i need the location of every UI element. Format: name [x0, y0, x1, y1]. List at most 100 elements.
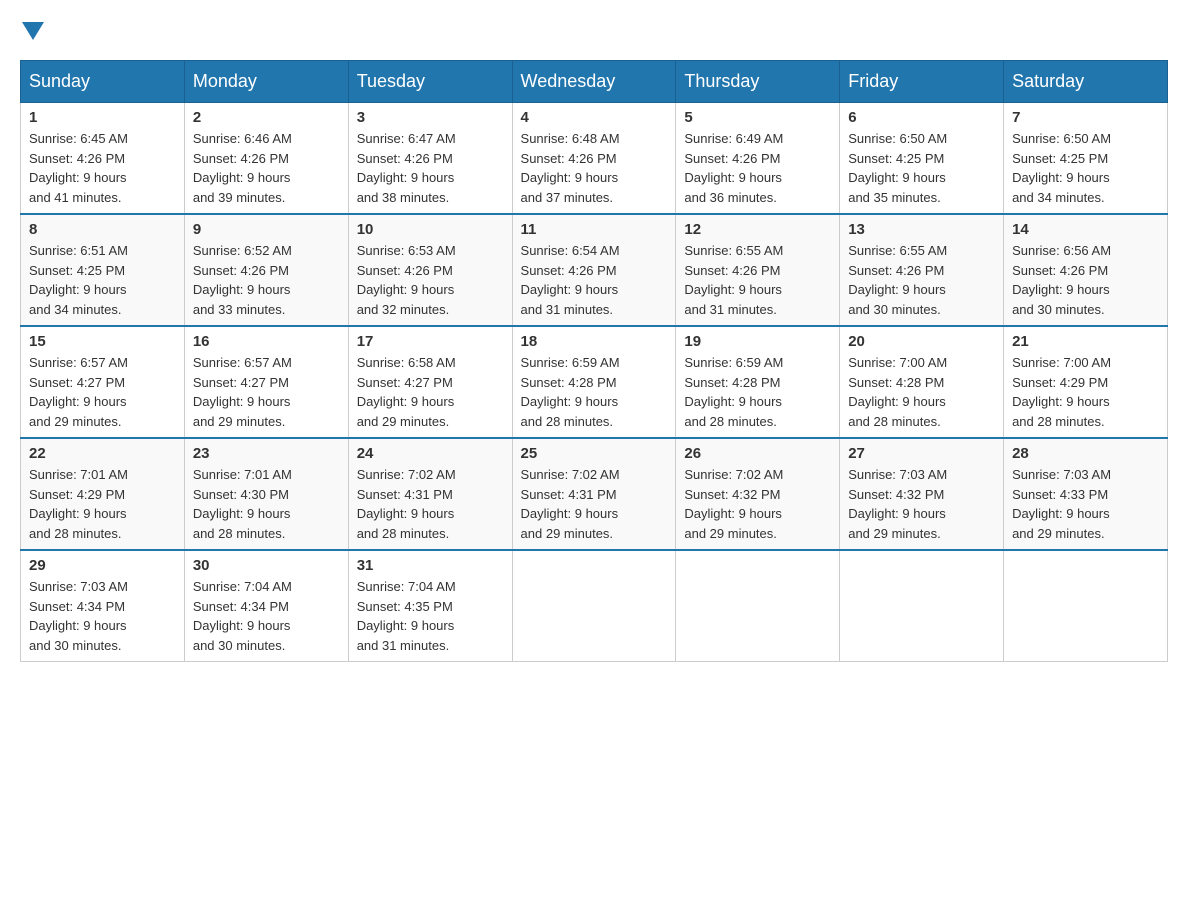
day-number: 9 [193, 221, 340, 238]
sunset-label: Sunset: 4:32 PM [848, 487, 944, 502]
day-number: 13 [848, 221, 995, 238]
sunset-label: Sunset: 4:27 PM [357, 375, 453, 390]
day-info: Sunrise: 6:50 AM Sunset: 4:25 PM Dayligh… [1012, 129, 1159, 207]
sunrise-label: Sunrise: 6:52 AM [193, 243, 292, 258]
day-number: 17 [357, 333, 504, 350]
day-number: 14 [1012, 221, 1159, 238]
daylight-label: Daylight: 9 hours and 29 minutes. [1012, 506, 1110, 541]
calendar-cell: 13 Sunrise: 6:55 AM Sunset: 4:26 PM Dayl… [840, 214, 1004, 326]
sunset-label: Sunset: 4:26 PM [357, 151, 453, 166]
sunset-label: Sunset: 4:26 PM [193, 263, 289, 278]
sunrise-label: Sunrise: 6:55 AM [848, 243, 947, 258]
sunrise-label: Sunrise: 7:02 AM [521, 467, 620, 482]
daylight-label: Daylight: 9 hours and 28 minutes. [1012, 394, 1110, 429]
calendar-cell [512, 550, 676, 662]
day-info: Sunrise: 7:02 AM Sunset: 4:32 PM Dayligh… [684, 465, 831, 543]
calendar-cell: 10 Sunrise: 6:53 AM Sunset: 4:26 PM Dayl… [348, 214, 512, 326]
day-info: Sunrise: 7:00 AM Sunset: 4:28 PM Dayligh… [848, 353, 995, 431]
sunset-label: Sunset: 4:35 PM [357, 599, 453, 614]
sunset-label: Sunset: 4:31 PM [521, 487, 617, 502]
sunrise-label: Sunrise: 6:45 AM [29, 131, 128, 146]
calendar-cell: 29 Sunrise: 7:03 AM Sunset: 4:34 PM Dayl… [21, 550, 185, 662]
calendar-week-row: 29 Sunrise: 7:03 AM Sunset: 4:34 PM Dayl… [21, 550, 1168, 662]
sunset-label: Sunset: 4:28 PM [848, 375, 944, 390]
calendar-cell: 7 Sunrise: 6:50 AM Sunset: 4:25 PM Dayli… [1004, 103, 1168, 215]
sunrise-label: Sunrise: 6:55 AM [684, 243, 783, 258]
day-info: Sunrise: 7:04 AM Sunset: 4:34 PM Dayligh… [193, 577, 340, 655]
sunset-label: Sunset: 4:34 PM [29, 599, 125, 614]
calendar-cell: 24 Sunrise: 7:02 AM Sunset: 4:31 PM Dayl… [348, 438, 512, 550]
calendar-cell: 1 Sunrise: 6:45 AM Sunset: 4:26 PM Dayli… [21, 103, 185, 215]
daylight-label: Daylight: 9 hours and 38 minutes. [357, 170, 455, 205]
day-info: Sunrise: 6:45 AM Sunset: 4:26 PM Dayligh… [29, 129, 176, 207]
calendar-cell: 28 Sunrise: 7:03 AM Sunset: 4:33 PM Dayl… [1004, 438, 1168, 550]
day-info: Sunrise: 6:47 AM Sunset: 4:26 PM Dayligh… [357, 129, 504, 207]
weekday-header-monday: Monday [184, 61, 348, 103]
day-number: 8 [29, 221, 176, 238]
daylight-label: Daylight: 9 hours and 29 minutes. [521, 506, 619, 541]
daylight-label: Daylight: 9 hours and 28 minutes. [848, 394, 946, 429]
weekday-header-row: SundayMondayTuesdayWednesdayThursdayFrid… [21, 61, 1168, 103]
sunrise-label: Sunrise: 7:03 AM [29, 579, 128, 594]
day-info: Sunrise: 6:49 AM Sunset: 4:26 PM Dayligh… [684, 129, 831, 207]
day-number: 5 [684, 109, 831, 126]
daylight-label: Daylight: 9 hours and 32 minutes. [357, 282, 455, 317]
day-info: Sunrise: 7:02 AM Sunset: 4:31 PM Dayligh… [357, 465, 504, 543]
sunrise-label: Sunrise: 7:04 AM [193, 579, 292, 594]
calendar-cell: 19 Sunrise: 6:59 AM Sunset: 4:28 PM Dayl… [676, 326, 840, 438]
calendar-cell: 16 Sunrise: 6:57 AM Sunset: 4:27 PM Dayl… [184, 326, 348, 438]
sunset-label: Sunset: 4:31 PM [357, 487, 453, 502]
calendar-cell: 18 Sunrise: 6:59 AM Sunset: 4:28 PM Dayl… [512, 326, 676, 438]
sunrise-label: Sunrise: 6:59 AM [684, 355, 783, 370]
sunrise-label: Sunrise: 6:56 AM [1012, 243, 1111, 258]
daylight-label: Daylight: 9 hours and 34 minutes. [1012, 170, 1110, 205]
daylight-label: Daylight: 9 hours and 31 minutes. [521, 282, 619, 317]
day-info: Sunrise: 6:48 AM Sunset: 4:26 PM Dayligh… [521, 129, 668, 207]
calendar-cell: 30 Sunrise: 7:04 AM Sunset: 4:34 PM Dayl… [184, 550, 348, 662]
weekday-header-saturday: Saturday [1004, 61, 1168, 103]
day-number: 27 [848, 445, 995, 462]
day-info: Sunrise: 6:59 AM Sunset: 4:28 PM Dayligh… [684, 353, 831, 431]
sunset-label: Sunset: 4:32 PM [684, 487, 780, 502]
day-number: 29 [29, 557, 176, 574]
daylight-label: Daylight: 9 hours and 29 minutes. [684, 506, 782, 541]
sunset-label: Sunset: 4:29 PM [29, 487, 125, 502]
sunrise-label: Sunrise: 6:47 AM [357, 131, 456, 146]
calendar-week-row: 1 Sunrise: 6:45 AM Sunset: 4:26 PM Dayli… [21, 103, 1168, 215]
day-number: 21 [1012, 333, 1159, 350]
sunrise-label: Sunrise: 7:01 AM [193, 467, 292, 482]
weekday-header-tuesday: Tuesday [348, 61, 512, 103]
daylight-label: Daylight: 9 hours and 34 minutes. [29, 282, 127, 317]
calendar-cell: 23 Sunrise: 7:01 AM Sunset: 4:30 PM Dayl… [184, 438, 348, 550]
day-info: Sunrise: 7:03 AM Sunset: 4:32 PM Dayligh… [848, 465, 995, 543]
daylight-label: Daylight: 9 hours and 41 minutes. [29, 170, 127, 205]
sunset-label: Sunset: 4:26 PM [848, 263, 944, 278]
logo-triangle-icon [22, 22, 44, 44]
calendar-cell: 27 Sunrise: 7:03 AM Sunset: 4:32 PM Dayl… [840, 438, 1004, 550]
day-number: 1 [29, 109, 176, 126]
day-info: Sunrise: 6:54 AM Sunset: 4:26 PM Dayligh… [521, 241, 668, 319]
daylight-label: Daylight: 9 hours and 28 minutes. [193, 506, 291, 541]
calendar-week-row: 15 Sunrise: 6:57 AM Sunset: 4:27 PM Dayl… [21, 326, 1168, 438]
daylight-label: Daylight: 9 hours and 36 minutes. [684, 170, 782, 205]
sunset-label: Sunset: 4:25 PM [29, 263, 125, 278]
day-info: Sunrise: 6:57 AM Sunset: 4:27 PM Dayligh… [193, 353, 340, 431]
sunrise-label: Sunrise: 6:48 AM [521, 131, 620, 146]
daylight-label: Daylight: 9 hours and 31 minutes. [357, 618, 455, 653]
sunrise-label: Sunrise: 7:03 AM [848, 467, 947, 482]
calendar-cell: 12 Sunrise: 6:55 AM Sunset: 4:26 PM Dayl… [676, 214, 840, 326]
day-number: 4 [521, 109, 668, 126]
sunrise-label: Sunrise: 7:03 AM [1012, 467, 1111, 482]
day-number: 30 [193, 557, 340, 574]
sunset-label: Sunset: 4:26 PM [521, 263, 617, 278]
calendar-cell: 20 Sunrise: 7:00 AM Sunset: 4:28 PM Dayl… [840, 326, 1004, 438]
day-info: Sunrise: 6:46 AM Sunset: 4:26 PM Dayligh… [193, 129, 340, 207]
sunrise-label: Sunrise: 6:54 AM [521, 243, 620, 258]
sunset-label: Sunset: 4:29 PM [1012, 375, 1108, 390]
daylight-label: Daylight: 9 hours and 29 minutes. [193, 394, 291, 429]
sunset-label: Sunset: 4:25 PM [1012, 151, 1108, 166]
calendar-cell: 17 Sunrise: 6:58 AM Sunset: 4:27 PM Dayl… [348, 326, 512, 438]
logo [20, 20, 44, 44]
calendar-cell: 14 Sunrise: 6:56 AM Sunset: 4:26 PM Dayl… [1004, 214, 1168, 326]
calendar-cell: 11 Sunrise: 6:54 AM Sunset: 4:26 PM Dayl… [512, 214, 676, 326]
